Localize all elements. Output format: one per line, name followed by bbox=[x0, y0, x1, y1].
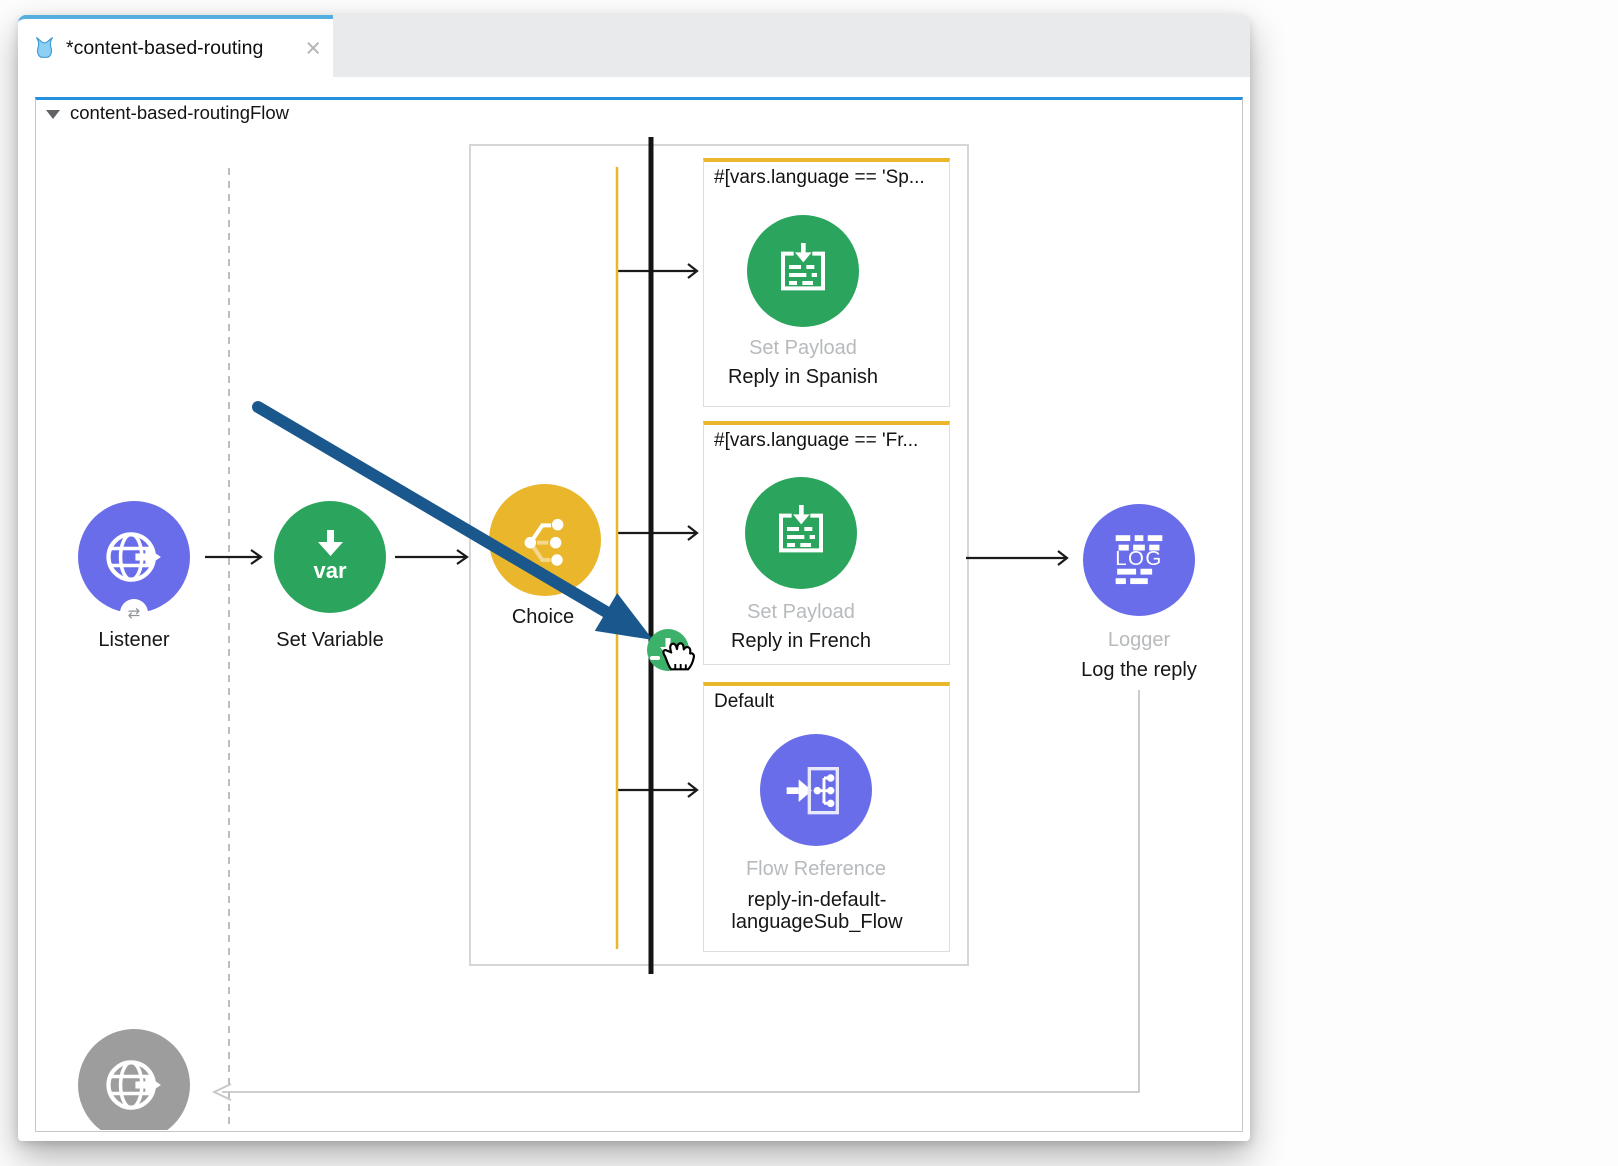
logger-label: Log the reply bbox=[1081, 659, 1197, 682]
http-listener-globe-icon bbox=[100, 1051, 168, 1119]
set-payload-type-label: Set Payload bbox=[749, 337, 857, 360]
choice-label: Choice bbox=[512, 606, 574, 629]
set-payload-icon bbox=[769, 501, 833, 565]
flow-reference-type-label: Flow Reference bbox=[746, 858, 886, 881]
route-condition-label[interactable]: #[vars.language == 'Fr... bbox=[714, 430, 918, 452]
set-payload-french-node[interactable] bbox=[745, 477, 857, 589]
set-payload-french-label: Reply in French bbox=[731, 630, 871, 653]
grab-hand-cursor-icon bbox=[657, 636, 703, 677]
flow-reference-icon bbox=[784, 758, 848, 822]
choice-router-icon bbox=[513, 508, 577, 572]
logger-type-label: Logger bbox=[1108, 629, 1170, 652]
flow-collapse-triangle-icon[interactable] bbox=[46, 110, 60, 119]
route-condition-label[interactable]: #[vars.language == 'Sp... bbox=[714, 167, 925, 189]
anypoint-studio-canvas: *content-based-routing × content-based-r… bbox=[0, 0, 1618, 1166]
listener-label: Listener bbox=[98, 629, 169, 652]
tab-close-icon[interactable]: × bbox=[305, 35, 321, 62]
exchange-arrows-icon: ⇄ bbox=[128, 604, 141, 622]
set-variable-label: Set Variable bbox=[276, 629, 383, 652]
flow-reference-target-label: reply-in-default-languageSub_Flow bbox=[702, 889, 932, 933]
flow-reference-node[interactable] bbox=[760, 734, 872, 846]
editor-tab-strip: *content-based-routing × bbox=[18, 15, 1250, 77]
tab-title: *content-based-routing bbox=[66, 37, 263, 60]
mule-logo-icon bbox=[31, 35, 58, 61]
tab-content-based-routing[interactable]: *content-based-routing × bbox=[18, 15, 333, 77]
set-variable-node[interactable]: var bbox=[274, 501, 386, 613]
set-payload-type-label: Set Payload bbox=[747, 601, 855, 624]
message-exchange-badge: ⇄ bbox=[120, 599, 148, 627]
set-variable-icon: var bbox=[298, 525, 362, 589]
set-payload-spanish-label: Reply in Spanish bbox=[728, 366, 878, 389]
response-listener-node-disabled[interactable] bbox=[78, 1029, 190, 1141]
logger-node[interactable]: LOG bbox=[1083, 504, 1195, 616]
flow-title: content-based-routingFlow bbox=[70, 102, 289, 124]
http-listener-globe-icon bbox=[100, 523, 168, 591]
route-condition-label[interactable]: Default bbox=[714, 691, 774, 713]
svg-text:LOG: LOG bbox=[1115, 548, 1162, 570]
logger-icon: LOG bbox=[1104, 525, 1174, 595]
set-payload-icon bbox=[771, 239, 835, 303]
listener-node[interactable] bbox=[78, 501, 190, 613]
choice-node[interactable] bbox=[489, 484, 601, 596]
set-payload-spanish-node[interactable] bbox=[747, 215, 859, 327]
svg-text:var: var bbox=[313, 558, 346, 583]
